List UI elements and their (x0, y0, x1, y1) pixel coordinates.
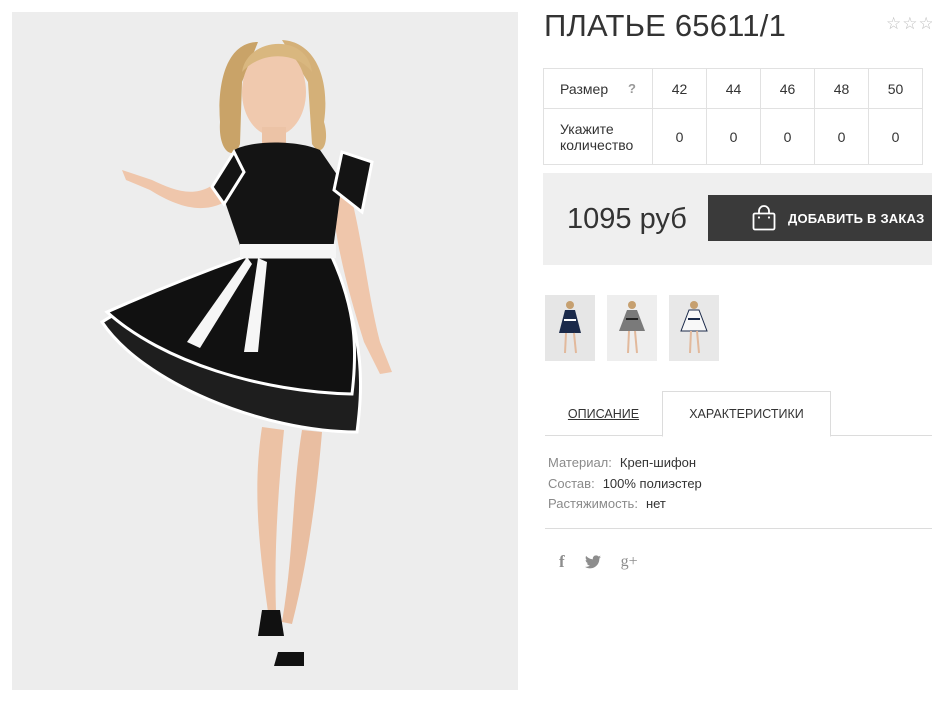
size-label-cell: Размер ? (543, 68, 653, 109)
size-help-icon[interactable]: ? (628, 81, 636, 97)
product-main-photo[interactable] (12, 12, 518, 690)
size-44: 44 (706, 68, 761, 109)
price-block: 1095 руб ДОБАВИТЬ В ЗАКАЗ (543, 173, 932, 265)
size-42: 42 (652, 68, 707, 109)
star-icon[interactable]: ☆ (919, 15, 932, 32)
googleplus-icon[interactable]: g+ (621, 552, 638, 572)
product-title: ПЛАТЬЕ 65611/1 (544, 8, 787, 43)
product-tabs: ОПИСАНИЕ ХАРАКТЕРИСТИКИ (545, 391, 932, 437)
size-table: Размер ? 42 44 46 48 50 Укажите количест… (543, 68, 923, 165)
characteristic-value: Креп-шифон (619, 455, 697, 470)
quantity-row: Укажите количество 0 0 0 0 0 (543, 108, 923, 165)
social-share: f g+ (559, 552, 638, 572)
thumbnail-white-dress[interactable] (669, 295, 719, 361)
quantity-field-42[interactable]: 0 (652, 108, 707, 165)
quantity-field-46[interactable]: 0 (760, 108, 815, 165)
size-50: 50 (868, 68, 923, 109)
characteristic-row: Растяжимость: нет (548, 494, 702, 515)
product-price: 1095 руб (567, 203, 687, 235)
twitter-icon[interactable] (584, 555, 601, 569)
characteristic-value: нет (645, 496, 666, 511)
add-to-order-button[interactable]: ДОБАВИТЬ В ЗАКАЗ (708, 195, 932, 241)
characteristics-list: Материал: Креп-шифон Состав: 100% полиэсте… (548, 453, 702, 515)
tab-description[interactable]: ОПИСАНИЕ (545, 391, 662, 436)
characteristic-row: Состав: 100% полиэстер (548, 474, 702, 495)
characteristic-key: Состав: (548, 475, 595, 491)
facebook-icon[interactable]: f (559, 552, 565, 572)
characteristic-value: 100% полиэстер (602, 475, 702, 491)
rating-stars[interactable]: ☆ ☆ ☆ (886, 15, 932, 32)
add-to-order-label: ДОБАВИТЬ В ЗАКАЗ (788, 210, 925, 226)
star-icon[interactable]: ☆ (902, 15, 917, 32)
size-row: Размер ? 42 44 46 48 50 (543, 68, 923, 109)
characteristic-key: Растяжимость: (548, 496, 638, 511)
size-48: 48 (814, 68, 869, 109)
quantity-field-50[interactable]: 0 (868, 108, 923, 165)
quantity-field-48[interactable]: 0 (814, 108, 869, 165)
size-label: Размер (560, 80, 609, 97)
thumbnail-navy-dress[interactable] (545, 295, 595, 361)
tab-characteristics[interactable]: ХАРАКТЕРИСТИКИ (662, 391, 831, 437)
quantity-field-44[interactable]: 0 (706, 108, 761, 165)
quantity-label: Укажите количество (543, 108, 653, 165)
thumbnail-grey-dress[interactable] (607, 295, 657, 361)
thumbnail-gallery (545, 295, 719, 361)
characteristic-key: Материал: (548, 455, 612, 470)
characteristic-row: Материал: Креп-шифон (548, 453, 702, 474)
star-icon[interactable]: ☆ (886, 15, 901, 32)
size-46: 46 (760, 68, 815, 109)
shopping-bag-icon (752, 205, 776, 231)
divider (545, 528, 932, 529)
